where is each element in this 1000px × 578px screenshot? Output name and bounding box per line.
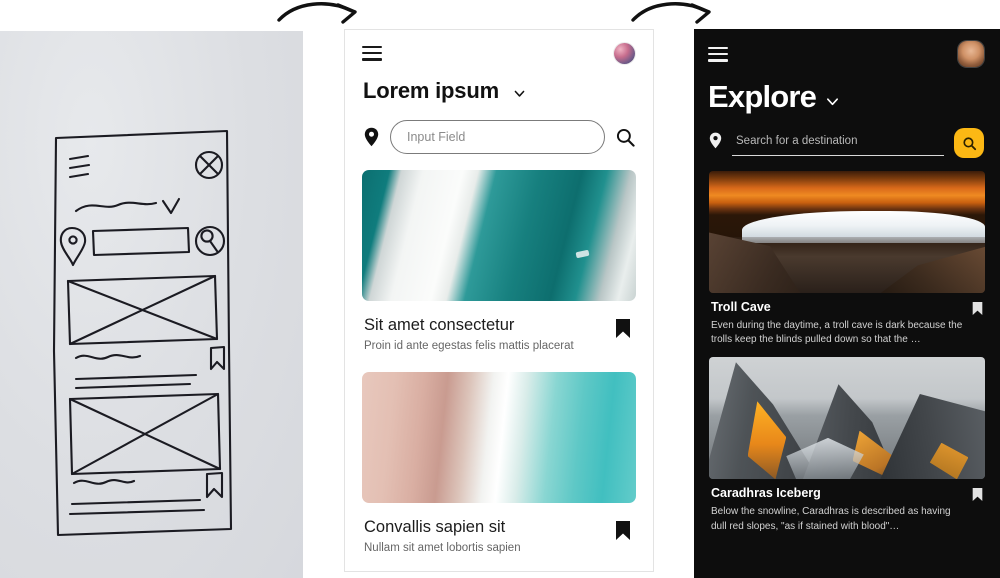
wireframe-sketch-panel bbox=[0, 31, 303, 578]
dark-app-panel: Explore Search for a destination Troll C… bbox=[694, 29, 1000, 578]
light-mockup-panel: Lorem ipsum Sit ame bbox=[344, 29, 654, 572]
card-image-desert-arch bbox=[709, 171, 985, 293]
hamburger-icon[interactable] bbox=[362, 45, 382, 61]
search-input-wrapper[interactable] bbox=[390, 120, 605, 154]
arrow-light-to-dark bbox=[630, 0, 720, 28]
bookmark-icon[interactable] bbox=[972, 487, 983, 502]
chevron-down-icon[interactable] bbox=[825, 94, 840, 109]
search-input-wrapper[interactable] bbox=[732, 131, 948, 156]
dark-card-list: Troll Cave Even during the daytime, a tr… bbox=[694, 158, 1000, 534]
comparison-stage: Lorem ipsum Sit ame bbox=[0, 0, 1000, 578]
card-image-mountain-peaks bbox=[709, 357, 985, 480]
card-subtitle: Nullam sit amet lobortis sapien bbox=[364, 541, 521, 554]
dark-search-row bbox=[694, 112, 1000, 158]
arrow-sketch-to-light bbox=[276, 0, 366, 28]
page-title: Lorem ipsum bbox=[363, 78, 499, 103]
search-input[interactable] bbox=[734, 133, 948, 148]
bookmark-icon[interactable] bbox=[972, 301, 983, 316]
dark-title-row: Explore bbox=[694, 79, 1000, 112]
card-title: Caradhras Iceberg bbox=[711, 486, 821, 501]
card-image-glacier bbox=[362, 170, 636, 301]
card-meta: Convallis sapien sit Nullam sit amet lob… bbox=[362, 503, 636, 554]
search-button[interactable] bbox=[954, 128, 984, 158]
card-title: Convallis sapien sit bbox=[364, 517, 506, 536]
card-meta: Sit amet consectetur Proin id ante egest… bbox=[362, 301, 636, 352]
search-icon[interactable] bbox=[616, 128, 635, 147]
card-subtitle: Even during the daytime, a troll cave is… bbox=[711, 320, 963, 346]
hamburger-icon[interactable] bbox=[708, 46, 728, 62]
wireframe-sketch-drawing bbox=[52, 129, 233, 537]
list-item[interactable]: Sit amet consectetur Proin id ante egest… bbox=[362, 170, 636, 352]
card-meta: Troll Cave Even during the daytime, a tr… bbox=[709, 293, 985, 347]
list-item[interactable]: Caradhras Iceberg Below the snowline, Ca… bbox=[709, 357, 985, 533]
bookmark-icon[interactable] bbox=[615, 520, 631, 541]
location-pin-icon[interactable] bbox=[364, 127, 379, 147]
card-title: Sit amet consectetur bbox=[364, 316, 515, 334]
card-subtitle: Proin id ante egestas felis mattis place… bbox=[364, 339, 574, 352]
light-card-list: Sit amet consectetur Proin id ante egest… bbox=[345, 154, 653, 554]
bookmark-icon[interactable] bbox=[615, 318, 631, 339]
card-image-beach bbox=[362, 371, 636, 503]
search-icon bbox=[962, 136, 976, 150]
card-title: Troll Cave bbox=[711, 300, 771, 314]
search-input[interactable] bbox=[405, 129, 590, 145]
avatar[interactable] bbox=[958, 41, 984, 67]
location-pin-icon[interactable] bbox=[709, 132, 722, 149]
avatar[interactable] bbox=[614, 42, 635, 64]
page-title: Explore bbox=[708, 79, 817, 114]
light-topbar bbox=[345, 30, 653, 76]
dark-topbar bbox=[694, 29, 1000, 79]
card-meta: Caradhras Iceberg Below the snowline, Ca… bbox=[709, 479, 985, 533]
card-subtitle: Below the snowline, Caradhras is describ… bbox=[711, 506, 951, 532]
light-search-row bbox=[345, 104, 653, 154]
chevron-down-icon[interactable] bbox=[513, 87, 526, 100]
list-item[interactable]: Troll Cave Even during the daytime, a tr… bbox=[709, 171, 985, 347]
list-item[interactable]: Convallis sapien sit Nullam sit amet lob… bbox=[362, 371, 636, 554]
light-title-row: Lorem ipsum bbox=[345, 76, 653, 104]
